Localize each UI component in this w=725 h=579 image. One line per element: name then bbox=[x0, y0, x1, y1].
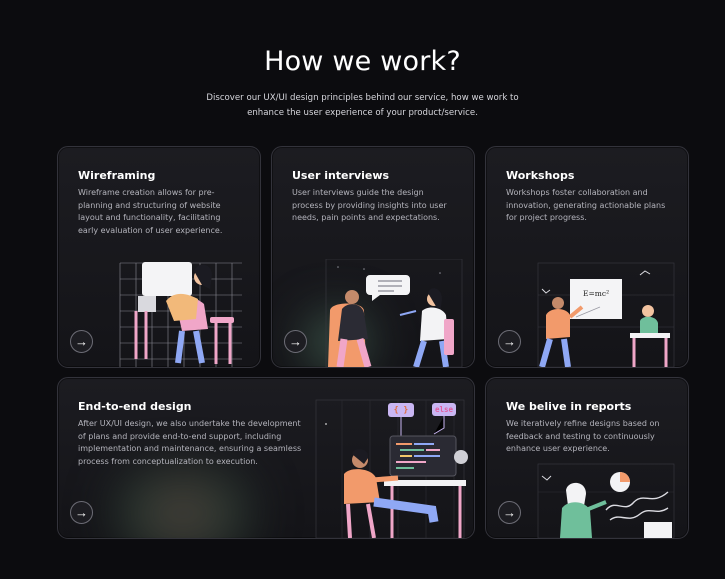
description-line: User interviews guide the design bbox=[292, 188, 424, 197]
description-line: enhance user experience. bbox=[506, 444, 610, 454]
card-wireframing: Wireframing Wireframe creation allows fo… bbox=[57, 146, 261, 368]
description-line: Workshops foster collaboration and bbox=[506, 188, 648, 197]
card-arrow-button[interactable]: → bbox=[70, 501, 93, 524]
description-line: planning and structuring of website bbox=[78, 200, 221, 210]
description-line: feedback and testing to continuously bbox=[506, 431, 655, 441]
description-line: process from conceptualization to execut… bbox=[78, 456, 258, 466]
description-line: implementation and maintenance, ensuring… bbox=[78, 444, 302, 454]
card-arrow-button[interactable]: → bbox=[70, 330, 93, 353]
description-line: Wireframe creation allows for pre- bbox=[78, 188, 215, 197]
description-line: early evaluation of user experience. bbox=[78, 225, 223, 235]
development-illustration bbox=[315, 399, 468, 538]
description-line: process by providing insights into user bbox=[292, 200, 447, 210]
card-arrow-button[interactable]: → bbox=[498, 330, 521, 353]
card-description: Wireframe creation allows for pre- plann… bbox=[78, 187, 248, 237]
description-line: needs, pain points and expectations. bbox=[292, 213, 440, 223]
subtitle-line: enhance the user experience of your prod… bbox=[247, 108, 478, 118]
whiteboard-text: E=mc² bbox=[583, 289, 610, 298]
description-line: After UX/UI design, we also undertake th… bbox=[78, 419, 301, 428]
card-title: User interviews bbox=[292, 169, 390, 182]
card-title: Wireframing bbox=[78, 169, 156, 182]
description-line: for project progress. bbox=[506, 213, 587, 223]
card-title: End-to-end design bbox=[78, 400, 192, 413]
card-user-interviews: User interviews User interviews guide th… bbox=[271, 146, 475, 368]
description-line: of plans and provide end-to-end support,… bbox=[78, 431, 282, 441]
card-arrow-button[interactable]: → bbox=[498, 501, 521, 524]
description-line: innovation, generating actionable plans bbox=[506, 200, 666, 210]
reports-illustration bbox=[537, 463, 675, 538]
card-arrow-button[interactable]: → bbox=[284, 330, 307, 353]
tag-else: else bbox=[434, 405, 454, 414]
subtitle-line: Discover our UX/UI design principles beh… bbox=[206, 93, 519, 103]
card-description: User interviews guide the design process… bbox=[292, 187, 467, 225]
card-workshops: Workshops Workshops foster collaboration… bbox=[485, 146, 689, 368]
page-title: How we work? bbox=[264, 46, 461, 77]
card-reports: We belive in reports We iteratively refi… bbox=[485, 377, 689, 539]
workshop-illustration bbox=[537, 262, 675, 367]
interview-illustration bbox=[325, 259, 463, 367]
page-subtitle: Discover our UX/UI design principles beh… bbox=[200, 91, 525, 121]
description-line: layout and functionality, facilitating bbox=[78, 213, 221, 223]
card-description: Workshops foster collaboration and innov… bbox=[506, 187, 681, 225]
card-description: We iteratively refine designs based on f… bbox=[506, 418, 681, 456]
card-description: After UX/UI design, we also undertake th… bbox=[78, 418, 318, 468]
tag-code: { } bbox=[393, 405, 409, 414]
card-title: Workshops bbox=[506, 169, 575, 182]
card-end-to-end-design: End-to-end design After UX/UI design, we… bbox=[57, 377, 475, 539]
wireframing-illustration bbox=[119, 262, 242, 367]
gradient-glow bbox=[88, 468, 278, 538]
card-title: We belive in reports bbox=[506, 400, 632, 413]
description-line: We iteratively refine designs based on bbox=[506, 419, 660, 428]
